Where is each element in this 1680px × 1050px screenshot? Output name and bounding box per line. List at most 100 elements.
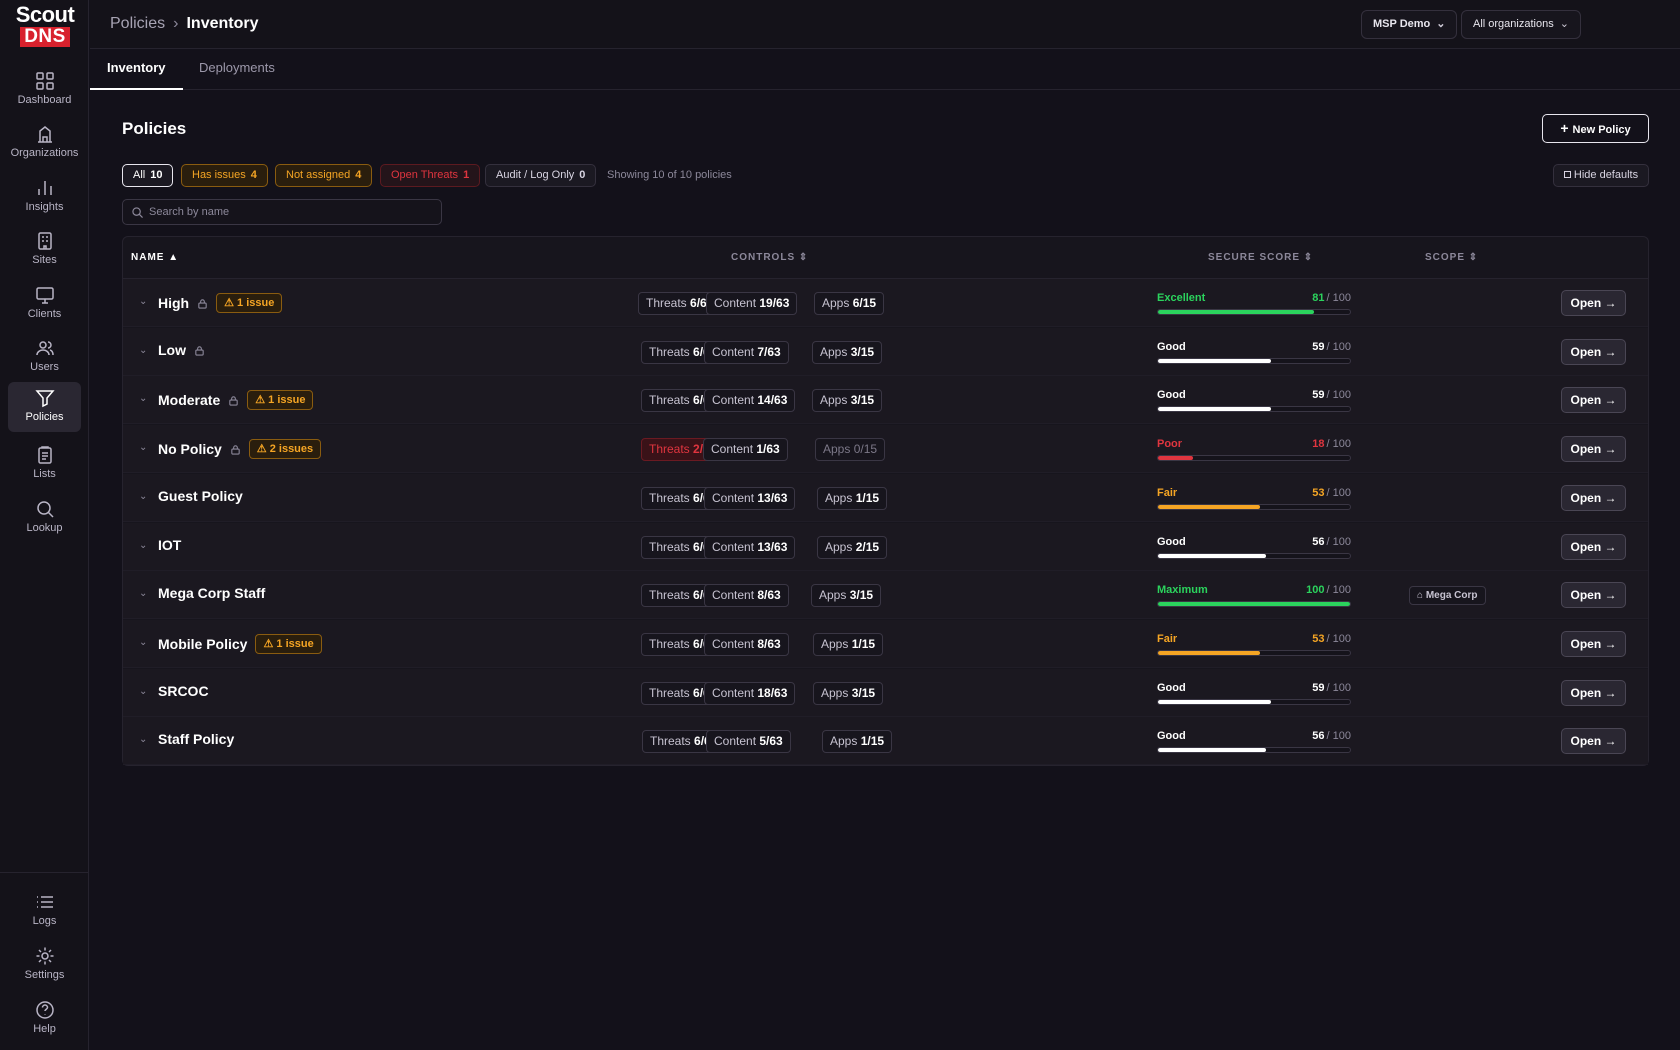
open-policy-button[interactable]: Open → <box>1561 484 1626 511</box>
search-input[interactable] <box>149 203 434 221</box>
policy-name-cell: No Policy ⚠ 2 issues <box>158 439 322 460</box>
expand-chevron-icon[interactable]: ⌄ <box>139 637 147 648</box>
control-label: Content <box>712 588 755 603</box>
tenant-selector[interactable]: MSP Demo ⌄ <box>1361 10 1458 39</box>
table-row[interactable]: ⌄ Staff Policy Threats 6/6 Content 5/63 Apps… <box>123 717 1648 766</box>
control-label: Content <box>714 734 757 749</box>
open-label: Open <box>1570 393 1602 408</box>
sidebar-item-users[interactable]: Users <box>8 332 81 380</box>
control-label: Apps <box>819 588 847 603</box>
sidebar-item-insights[interactable]: Insights <box>8 172 81 220</box>
open-policy-button[interactable]: Open → <box>1561 533 1626 560</box>
scoutdns-logo[interactable]: Scout DNS <box>14 4 76 47</box>
filter-chip-has-issues[interactable]: Has issues 4 <box>181 164 268 187</box>
new-policy-button[interactable]: + New Policy <box>1542 114 1649 143</box>
expand-chevron-icon[interactable]: ⌄ <box>139 393 147 404</box>
score-value: 18/ 100 <box>1312 438 1351 451</box>
issue-badge[interactable]: ⚠ 1 issue <box>216 293 283 313</box>
expand-chevron-icon[interactable]: ⌄ <box>139 345 147 356</box>
filter-chip-count: 4 <box>355 169 362 181</box>
score-rating: Good <box>1157 340 1186 353</box>
control-label: Threats <box>649 442 690 457</box>
tab-deployments[interactable]: Deployments <box>182 49 292 90</box>
hide-defaults-button[interactable]: Hide defaults <box>1553 164 1649 187</box>
policy-name[interactable]: Mega Corp Staff <box>158 585 265 601</box>
expand-chevron-icon[interactable]: ⌄ <box>139 588 147 599</box>
policy-name[interactable]: Guest Policy <box>158 488 243 504</box>
table-row[interactable]: ⌄ Low Threats 6/6 Content 7/63 Apps 3/15 Good… <box>123 327 1648 376</box>
open-policy-button[interactable]: Open → <box>1561 582 1626 609</box>
breadcrumb-current: Inventory <box>186 15 259 32</box>
issue-badge[interactable]: ⚠ 2 issues <box>248 439 322 460</box>
expand-chevron-icon[interactable]: ⌄ <box>139 491 147 502</box>
issue-badge[interactable]: ⚠ 1 issue <box>255 633 322 654</box>
sidebar-item-logs[interactable]: Logs <box>8 886 81 934</box>
plus-icon: + <box>1560 120 1569 136</box>
policy-name[interactable]: SRCOC <box>158 683 209 699</box>
control-value: 0/15 <box>853 442 878 457</box>
table-row[interactable]: ⌄ IOT Threats 6/6 Content 13/63 Apps 2/15 Goo… <box>123 522 1648 571</box>
column-header-controls[interactable]: CONTROLS ⇕ <box>731 252 808 263</box>
filter-chip-open-threats[interactable]: Open Threats 1 <box>380 164 481 187</box>
sidebar-item-settings[interactable]: Settings <box>8 940 81 988</box>
grid-icon <box>35 72 54 90</box>
open-policy-button[interactable]: Open → <box>1561 387 1626 414</box>
filter-chip-all[interactable]: All 10 <box>122 164 174 187</box>
table-row[interactable]: ⌄ Moderate ⚠ 1 issue Threats 6/6 Content 14/… <box>123 376 1648 425</box>
expand-chevron-icon[interactable]: ⌄ <box>139 296 147 307</box>
sidebar-item-clients[interactable]: Clients <box>8 279 81 327</box>
sidebar-item-label: Sites <box>32 254 57 266</box>
expand-chevron-icon[interactable]: ⌄ <box>139 442 147 453</box>
policy-name[interactable]: Mobile Policy <box>158 636 247 652</box>
table-row[interactable]: ⌄ No Policy ⚠ 2 issues Threats 2/6 Content 1… <box>123 425 1648 474</box>
control-label: Apps <box>821 636 849 651</box>
open-policy-button[interactable]: Open → <box>1561 630 1626 657</box>
issue-badge[interactable]: ⚠ 1 issue <box>247 390 314 411</box>
policy-name-cell: IOT <box>158 537 181 553</box>
policy-name[interactable]: Low <box>158 342 186 358</box>
table-row[interactable]: ⌄ Mega Corp Staff Threats 6/6 Content 8/63 A… <box>123 571 1648 620</box>
sidebar-item-lists[interactable]: Lists <box>8 439 81 487</box>
table-row[interactable]: ⌄ Guest Policy Threats 6/6 Content 13/63 App… <box>123 473 1648 522</box>
policy-name[interactable]: Staff Policy <box>158 731 234 747</box>
open-policy-button[interactable]: Open → <box>1561 338 1626 365</box>
organization-selector[interactable]: All organizations ⌄ <box>1461 10 1581 39</box>
sidebar-item-organizations[interactable]: Organizations <box>8 118 81 166</box>
sidebar-item-lookup[interactable]: Lookup <box>8 493 81 541</box>
policy-name[interactable]: High <box>158 295 189 311</box>
column-header-name[interactable]: NAME ▲ <box>131 252 179 263</box>
sidebar-item-policies[interactable]: Policies <box>8 382 81 432</box>
open-policy-button[interactable]: Open → <box>1561 728 1626 755</box>
column-header-scope[interactable]: SCOPE ⇕ <box>1425 252 1478 263</box>
table-row[interactable]: ⌄ SRCOC Threats 6/6 Content 18/63 Apps 3/15 G… <box>123 668 1648 717</box>
column-header-secure-score[interactable]: SECURE SCORE ⇕ <box>1208 252 1313 263</box>
sidebar-item-dashboard[interactable]: Dashboard <box>8 65 81 113</box>
expand-chevron-icon[interactable]: ⌄ <box>139 734 147 745</box>
open-policy-button[interactable]: Open → <box>1561 290 1626 316</box>
sidebar-item-help[interactable]: Help <box>8 994 81 1042</box>
policy-name[interactable]: Moderate <box>158 392 220 408</box>
policy-name[interactable]: IOT <box>158 537 181 553</box>
control-label: Content <box>712 344 755 359</box>
table-row[interactable]: ⌄ Mobile Policy ⚠ 1 issue Threats 6/6 Conten… <box>123 619 1648 668</box>
breadcrumb-parent[interactable]: Policies <box>110 15 165 32</box>
tab-inventory[interactable]: Inventory <box>90 49 183 90</box>
score-rating: Good <box>1157 681 1186 694</box>
results-count: Showing 10 of 10 policies <box>607 169 732 181</box>
issue-badge-label: 1 issue <box>276 637 314 650</box>
expand-chevron-icon[interactable]: ⌄ <box>139 540 147 551</box>
open-policy-button[interactable]: Open → <box>1561 679 1626 706</box>
expand-chevron-icon[interactable]: ⌄ <box>139 686 147 697</box>
table-row[interactable]: ⌄ High ⚠ 1 issue Threats 6/6 Content 19/63 Ap… <box>123 279 1648 327</box>
control-value: 3/15 <box>850 344 875 359</box>
open-policy-button[interactable]: Open → <box>1561 436 1626 463</box>
filter-chip-audit-log-only[interactable]: Audit / Log Only 0 <box>485 164 597 187</box>
policy-name[interactable]: No Policy <box>158 441 222 457</box>
control-label: Threats <box>649 539 690 554</box>
sidebar-item-sites[interactable]: Sites <box>8 225 81 273</box>
control-value: 2/15 <box>855 539 880 554</box>
control-label: Threats <box>649 393 690 408</box>
control-label: Threats <box>649 490 690 505</box>
score-number: 53 <box>1312 632 1325 645</box>
filter-chip-not-assigned[interactable]: Not assigned 4 <box>275 164 373 187</box>
